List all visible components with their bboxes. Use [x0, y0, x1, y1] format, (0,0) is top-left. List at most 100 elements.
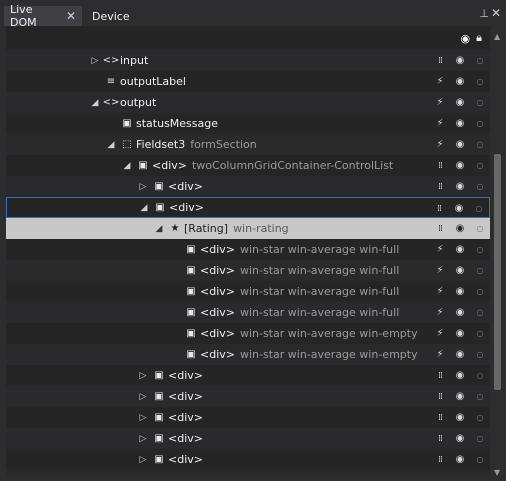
tree-node[interactable]: ▷▣<div>⁞⁞◉○ — [6, 407, 490, 428]
lightning-icon[interactable]: ⚡︎ — [430, 76, 450, 87]
breakpoint-dot-icon[interactable]: ○ — [470, 350, 490, 359]
eye-icon[interactable]: ◉ — [450, 55, 470, 66]
eye-icon[interactable]: ◉ — [450, 244, 470, 255]
eye-icon[interactable]: ◉ — [450, 286, 470, 297]
breakpoint-dot-icon[interactable]: ○ — [469, 204, 489, 213]
tree-node[interactable]: ◢ <> output ⚡︎ ◉ ○ — [6, 92, 490, 113]
lightning-icon[interactable]: ⚡︎ — [430, 118, 450, 129]
breakpoint-dot-icon[interactable]: ○ — [470, 98, 490, 107]
grid-dots-icon[interactable]: ⁞⁞ — [430, 224, 450, 234]
tree-node[interactable]: ◢ ⬚ Fieldset3 formSection ⚡︎ ◉ ○ — [6, 134, 490, 155]
vertical-scrollbar[interactable]: ▲ ▼ — [490, 26, 506, 481]
close-icon[interactable]: ✕ — [66, 9, 76, 23]
eye-icon[interactable]: ◉ — [450, 328, 470, 339]
breakpoint-dot-icon[interactable]: ○ — [470, 434, 490, 443]
eye-icon[interactable]: ◉ — [450, 412, 470, 423]
tab-live-dom[interactable]: Live DOM ✕ — [4, 3, 82, 29]
lightning-icon[interactable]: ⚡︎ — [430, 328, 450, 339]
eye-icon[interactable]: ◉ — [450, 370, 470, 381]
eye-icon[interactable]: ◉ — [450, 454, 470, 465]
tree-node[interactable]: ▣ <div> win-star win-average win-full ⚡︎ ◉ ○ — [6, 302, 490, 323]
expand-arrow-icon[interactable]: ▷ — [136, 392, 150, 402]
breakpoint-dot-icon[interactable]: ○ — [470, 56, 490, 65]
breakpoint-dot-icon[interactable]: ○ — [470, 413, 490, 422]
eye-icon[interactable]: ◉ — [450, 97, 470, 108]
expand-arrow-icon[interactable]: ▷ — [136, 434, 150, 444]
eye-icon[interactable]: ◉ — [450, 181, 470, 192]
eye-icon[interactable]: ◉ — [450, 475, 470, 476]
eye-icon[interactable]: ◉ — [450, 265, 470, 276]
breakpoint-dot-icon[interactable]: ○ — [470, 329, 490, 338]
grid-dots-icon[interactable]: ⁞⁞ — [430, 455, 450, 465]
lightning-icon[interactable]: ⚡︎ — [430, 349, 450, 360]
close-icon[interactable]: ✕ — [491, 6, 501, 20]
lightning-icon[interactable]: ⚡︎ — [430, 307, 450, 318]
breakpoint-dot-icon[interactable]: ○ — [470, 266, 490, 275]
breakpoint-dot-icon[interactable]: ○ — [470, 119, 490, 128]
grid-dots-icon[interactable]: ⁞⁞ — [430, 56, 450, 66]
collapse-arrow-icon[interactable]: ◢ — [152, 224, 166, 234]
breakpoint-dot-icon[interactable]: ○ — [470, 182, 490, 191]
lightning-icon[interactable]: ⚡︎ — [430, 286, 450, 297]
grid-dots-icon[interactable]: ⁞⁞ — [430, 371, 450, 381]
eye-icon[interactable]: ◉ — [450, 433, 470, 444]
grid-dots-icon[interactable]: ⁞⁞ — [429, 204, 449, 214]
expand-arrow-icon[interactable]: ▷ — [88, 56, 102, 66]
breakpoint-dot-icon[interactable]: ○ — [470, 392, 490, 401]
scrollbar-thumb[interactable] — [494, 154, 501, 390]
breakpoint-dot-icon[interactable]: ○ — [470, 140, 490, 149]
breakpoint-dot-icon[interactable]: ○ — [470, 245, 490, 254]
lightning-icon[interactable]: ⚡︎ — [430, 139, 450, 150]
breakpoint-dot-icon[interactable]: ○ — [470, 77, 490, 86]
breakpoint-dot-icon[interactable]: ○ — [470, 224, 490, 233]
breakpoint-dot-icon[interactable]: ○ — [470, 371, 490, 380]
lightning-icon[interactable]: ⚡︎ — [430, 265, 450, 276]
collapse-arrow-icon[interactable]: ◢ — [137, 203, 151, 213]
tree-node[interactable]: ▣ statusMessage ⚡︎ ◉ ○ — [6, 113, 490, 134]
tree-node[interactable]: ▷▣<div>⁞⁞◉○ — [6, 470, 490, 476]
tree-node[interactable]: ≡ outputLabel ⚡︎ ◉ ○ — [6, 71, 490, 92]
expand-arrow-icon[interactable]: ▷ — [136, 455, 150, 465]
breakpoint-dot-icon[interactable]: ○ — [470, 308, 490, 317]
lightning-icon[interactable]: ⚡︎ — [430, 97, 450, 108]
tree-node[interactable]: ▷▣<div>⁞⁞◉○ — [6, 386, 490, 407]
grid-dots-icon[interactable]: ⁞⁞ — [430, 413, 450, 423]
grid-dots-icon[interactable]: ⁞⁞ — [430, 161, 450, 171]
tree-node[interactable]: ◢ ▣ <div> ⁞⁞ ◉ ○ — [6, 197, 490, 218]
eye-icon[interactable]: ◉ — [450, 76, 470, 87]
eye-icon[interactable]: ◉ — [449, 203, 469, 214]
tree-node[interactable]: ▣ <div> win-star win-average win-full ⚡︎ ◉ ○ — [6, 239, 490, 260]
expand-arrow-icon[interactable]: ▷ — [136, 476, 150, 477]
expand-arrow-icon[interactable]: ▷ — [136, 371, 150, 381]
eye-icon[interactable]: ◉ — [450, 223, 470, 234]
tree-node[interactable]: ▷▣<div>⁞⁞◉○ — [6, 428, 490, 449]
collapse-arrow-icon[interactable]: ◢ — [104, 140, 118, 150]
lock-icon[interactable]: 🔒︎ — [476, 31, 482, 45]
grid-dots-icon[interactable]: ⁞⁞ — [430, 434, 450, 444]
expand-arrow-icon[interactable]: ▷ — [136, 182, 150, 192]
tab-device[interactable]: Device — [86, 6, 138, 26]
tree-node[interactable]: ▣ <div> win-star win-average win-empty ⚡︎ ◉ ○ — [6, 323, 490, 344]
collapse-arrow-icon[interactable]: ◢ — [120, 161, 134, 171]
tree-node[interactable]: ▷▣<div>⁞⁞◉○ — [6, 449, 490, 470]
tree-node[interactable]: ▷▣<div>⁞⁞◉○ — [6, 176, 490, 197]
eye-icon[interactable]: ◉ — [450, 160, 470, 171]
breakpoint-dot-icon[interactable]: ○ — [470, 161, 490, 170]
lightning-icon[interactable]: ⚡︎ — [430, 244, 450, 255]
scroll-down-arrow-icon[interactable]: ▼ — [494, 468, 500, 477]
eye-icon[interactable]: ◉ — [450, 139, 470, 150]
grid-dots-icon[interactable]: ⁞⁞ — [430, 392, 450, 402]
grid-dots-icon[interactable]: ⁞⁞ — [430, 182, 450, 192]
tree-node[interactable]: ▣ <div> win-star win-average win-empty ⚡︎ ◉ ○ — [6, 344, 490, 365]
tree-node[interactable]: ▣ <div> win-star win-average win-full ⚡︎ ◉ ○ — [6, 281, 490, 302]
tree-node[interactable]: ▷ <> input ⁞⁞ ◉ ○ — [6, 50, 490, 71]
collapse-arrow-icon[interactable]: ◢ — [88, 98, 102, 108]
scroll-up-arrow-icon[interactable]: ▲ — [494, 32, 500, 41]
tree-node[interactable]: ▣ <div> win-star win-average win-full ⚡︎ ◉ ○ — [6, 260, 490, 281]
tree-node[interactable]: ▷▣<div>⁞⁞◉○ — [6, 365, 490, 386]
expand-arrow-icon[interactable]: ▷ — [136, 413, 150, 423]
eye-icon[interactable]: ◉ — [450, 118, 470, 129]
grid-dots-icon[interactable]: ⁞⁞ — [430, 476, 450, 477]
breakpoint-dot-icon[interactable]: ○ — [470, 287, 490, 296]
eye-icon[interactable]: ◉ — [450, 349, 470, 360]
